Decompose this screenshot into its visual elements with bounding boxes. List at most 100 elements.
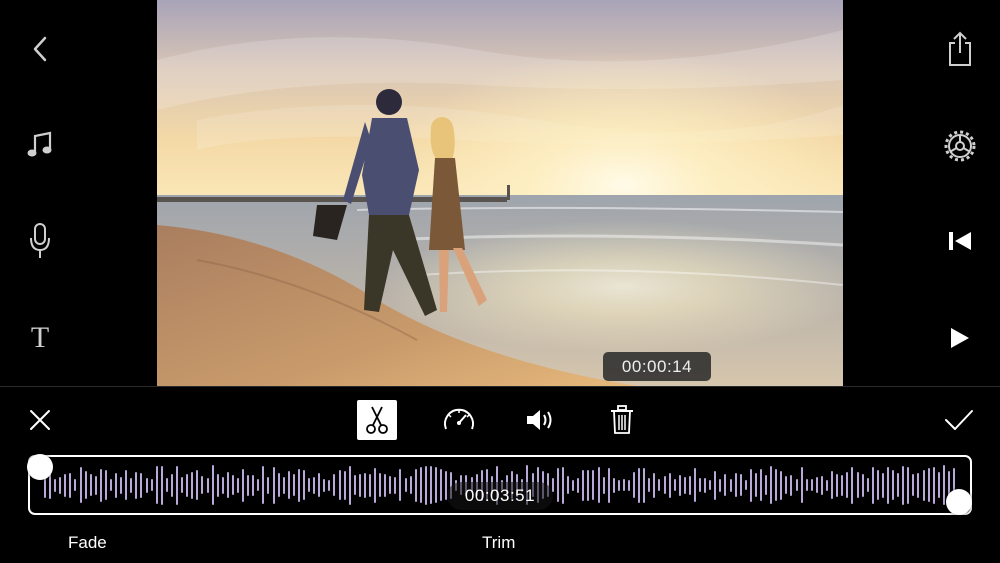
waveform-bar: [135, 471, 138, 499]
waveform-bar: [399, 469, 402, 501]
text-tool-glyph: T: [30, 321, 50, 354]
waveform-bar: [749, 468, 752, 502]
waveform-bar: [648, 478, 651, 492]
waveform-bar: [338, 470, 341, 500]
waveform-bar: [165, 478, 168, 492]
waveform-bar: [724, 474, 727, 496]
waveform-bar: [231, 475, 234, 495]
waveform-bar: [922, 469, 925, 501]
waveform-bar: [353, 475, 356, 495]
waveform-bar: [699, 478, 702, 492]
waveform-bar: [369, 473, 371, 497]
volume-icon[interactable]: [521, 400, 561, 440]
waveform-bar: [881, 472, 884, 498]
waveform-bar: [440, 469, 443, 501]
waveform-bar: [851, 466, 854, 504]
waveform-bar: [612, 477, 615, 493]
skip-to-start-icon[interactable]: [940, 221, 980, 261]
waveform-bar: [567, 476, 570, 494]
waveform-bar: [176, 465, 179, 505]
waveform-bar: [216, 473, 219, 497]
waveform-bar: [856, 472, 859, 498]
waveform-bar: [104, 470, 107, 500]
waveform-bar: [247, 474, 250, 496]
current-time-display: 00:00:14: [603, 352, 711, 381]
waveform-bar: [424, 465, 427, 505]
waveform-bar: [414, 468, 417, 502]
waveform-bar: [140, 472, 143, 498]
waveform-bar: [846, 472, 849, 498]
trim-start-handle[interactable]: [27, 454, 53, 480]
waveform-bar: [831, 471, 834, 499]
microphone-icon[interactable]: [20, 221, 60, 261]
waveform-bar: [734, 473, 737, 497]
waveform-bar: [257, 479, 260, 491]
trim-tab[interactable]: Trim: [482, 533, 515, 553]
waveform-bar: [587, 469, 590, 501]
waveform-bar: [871, 466, 874, 504]
waveform-bar: [917, 472, 920, 498]
trash-icon[interactable]: [602, 400, 642, 440]
fade-tab[interactable]: Fade: [68, 533, 107, 553]
waveform-bar: [927, 468, 930, 502]
waveform-bar: [145, 477, 148, 493]
waveform-bar: [861, 473, 864, 497]
back-chevron-icon[interactable]: [20, 29, 60, 69]
waveform-bar: [292, 474, 295, 496]
waveform-bar: [348, 465, 351, 505]
waveform-bar: [638, 467, 641, 503]
waveform-bar: [886, 466, 889, 504]
waveform-bar: [907, 466, 910, 504]
waveform-bar: [694, 468, 696, 502]
waveform-bar: [429, 466, 432, 504]
waveform-bar: [617, 479, 620, 491]
waveform-bar: [287, 471, 290, 499]
waveform-bar: [226, 472, 229, 498]
waveform-bar: [409, 476, 412, 494]
play-icon[interactable]: [940, 318, 980, 358]
waveform-bar: [577, 477, 580, 493]
waveform-bar: [201, 476, 204, 494]
music-note-icon[interactable]: [20, 125, 60, 165]
waveform-bar: [323, 478, 326, 492]
waveform-bar: [592, 470, 595, 500]
waveform-bar: [663, 476, 666, 494]
trim-end-handle[interactable]: [946, 489, 972, 515]
waveform-bar: [236, 477, 239, 493]
text-icon[interactable]: T: [20, 318, 60, 358]
speed-gauge-icon[interactable]: [439, 400, 479, 440]
waveform-bar: [282, 476, 285, 494]
waveform-bar: [89, 474, 92, 496]
waveform-bar: [820, 475, 823, 495]
waveform-bar: [775, 469, 778, 501]
waveform-bar: [115, 472, 118, 498]
waveform-bar: [800, 467, 803, 503]
waveform-bar: [688, 475, 691, 495]
waveform-bar: [84, 471, 87, 499]
waveform-bar: [770, 466, 773, 504]
settings-gear-icon[interactable]: [940, 126, 980, 166]
waveform-bar: [582, 469, 585, 501]
waveform-bar: [668, 472, 671, 498]
waveform-bar: [932, 466, 935, 504]
waveform-bar: [328, 479, 331, 491]
scissors-icon[interactable]: [357, 400, 397, 440]
video-preview[interactable]: 00:00:14: [157, 0, 843, 386]
share-icon[interactable]: [940, 29, 980, 69]
waveform-bar: [54, 478, 57, 492]
waveform-bar: [343, 470, 346, 500]
waveform-bar: [714, 470, 717, 500]
checkmark-icon[interactable]: [939, 400, 979, 440]
waveform-bar: [739, 474, 742, 496]
waveform-bar: [836, 473, 839, 497]
waveform-bar: [790, 474, 793, 496]
waveform-bar: [384, 473, 387, 497]
waveform-bar: [658, 479, 661, 491]
divider: [0, 386, 1000, 387]
waveform-bar: [815, 477, 818, 493]
waveform-bar: [272, 466, 275, 504]
waveform-bar: [170, 473, 173, 497]
waveform-bar: [866, 478, 869, 492]
waveform-bar: [196, 470, 199, 500]
close-icon[interactable]: [20, 400, 60, 440]
